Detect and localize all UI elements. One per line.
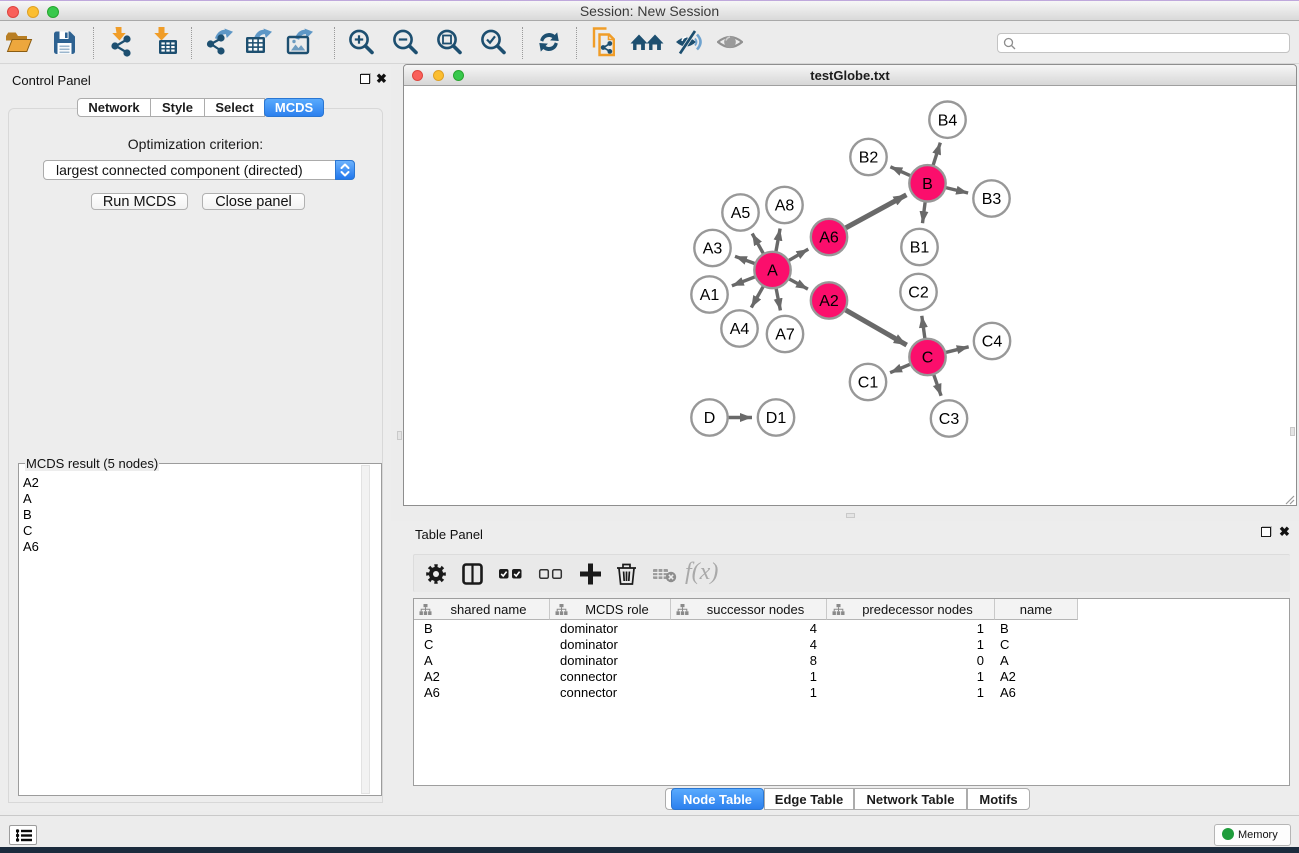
svg-text:B3: B3 bbox=[982, 191, 1002, 208]
svg-text:C: C bbox=[922, 350, 934, 367]
svg-text:C4: C4 bbox=[982, 334, 1003, 351]
svg-text:C3: C3 bbox=[939, 411, 960, 428]
svg-text:D: D bbox=[704, 410, 716, 427]
svg-text:A: A bbox=[767, 263, 778, 280]
svg-text:A1: A1 bbox=[700, 287, 720, 304]
svg-text:A3: A3 bbox=[703, 241, 723, 258]
svg-text:A7: A7 bbox=[775, 327, 795, 344]
svg-text:B: B bbox=[922, 176, 933, 193]
svg-text:B4: B4 bbox=[938, 112, 958, 129]
svg-text:A4: A4 bbox=[730, 321, 750, 338]
svg-text:C1: C1 bbox=[858, 375, 879, 392]
svg-text:C2: C2 bbox=[908, 285, 929, 302]
svg-text:A6: A6 bbox=[819, 230, 839, 247]
svg-text:A5: A5 bbox=[731, 205, 751, 222]
svg-text:A8: A8 bbox=[775, 198, 795, 215]
svg-text:A2: A2 bbox=[819, 293, 839, 310]
svg-text:B2: B2 bbox=[859, 150, 879, 167]
svg-text:D1: D1 bbox=[766, 410, 787, 427]
svg-text:B1: B1 bbox=[910, 240, 930, 257]
